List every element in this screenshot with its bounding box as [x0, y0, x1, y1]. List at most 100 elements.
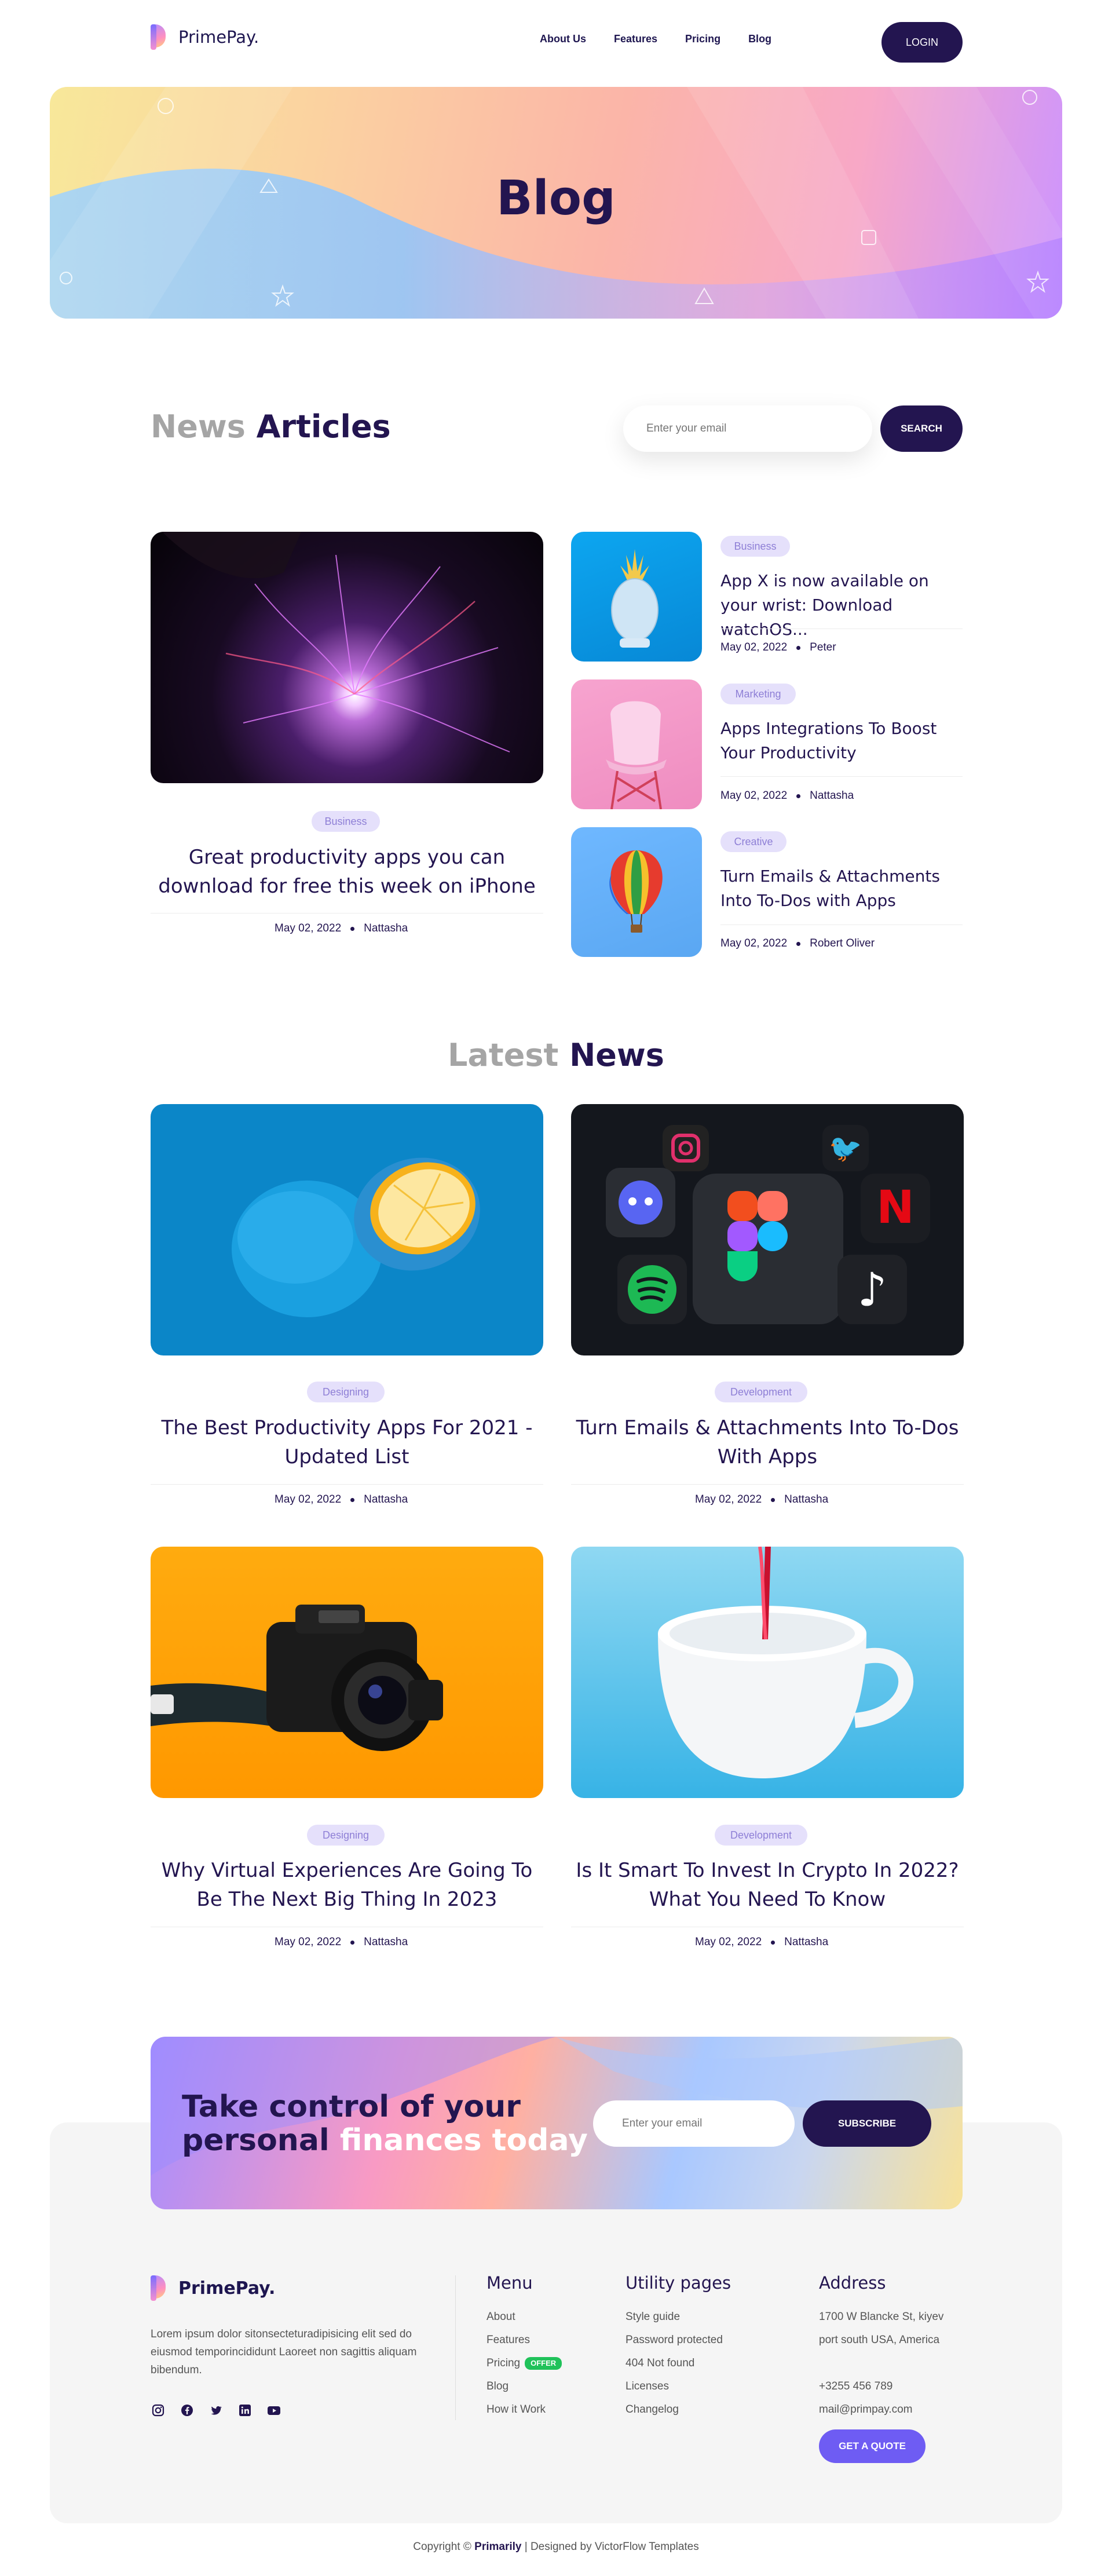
latest-article-badge-3[interactable]: Designing: [307, 1825, 385, 1846]
nav-link-pricing[interactable]: Pricing: [685, 33, 720, 45]
footer-link-style-guide[interactable]: Style guide: [626, 2305, 731, 2329]
featured-article-title[interactable]: Great productivity apps you can download…: [151, 843, 543, 901]
get-a-quote-button[interactable]: GET A QUOTE: [819, 2429, 926, 2463]
svg-text:N: N: [876, 1182, 914, 1234]
latest-article-meta-4: May 02, 2022 Nattasha: [695, 1936, 828, 1949]
footer-link-licenses[interactable]: Licenses: [626, 2375, 731, 2398]
latest-news-heading: Latest News: [0, 1037, 1112, 1073]
twitter-icon[interactable]: [209, 2403, 224, 2418]
divider: [151, 913, 543, 914]
search-button[interactable]: SEARCH: [880, 405, 963, 452]
latest-article-badge-2[interactable]: Development: [715, 1382, 807, 1402]
footer-link-password-protected[interactable]: Password protected: [626, 2329, 731, 2352]
latest-article-image-4[interactable]: [571, 1547, 964, 1798]
logo-icon: [151, 24, 174, 50]
latest-article-title-1[interactable]: The Best Productivity Apps For 2021 - Up…: [151, 1413, 543, 1471]
divider: [720, 776, 963, 777]
footer-link-changelog[interactable]: Changelog: [626, 2398, 731, 2421]
search-form: SEARCH: [623, 405, 963, 452]
linkedin-icon[interactable]: [237, 2403, 253, 2418]
logo-text: PrimePay.: [178, 27, 259, 47]
meta-dot: [771, 1940, 776, 1945]
footer-link-pricing-label: Pricing: [487, 2357, 521, 2369]
nav-link-about-us[interactable]: About Us: [540, 33, 586, 45]
article-date: May 02, 2022: [695, 1493, 762, 1506]
logo[interactable]: PrimePay.: [151, 24, 259, 50]
footer-utility-column: Utility pages Style guide Password prote…: [626, 2273, 731, 2421]
footer-address-title: Address: [819, 2273, 886, 2293]
instagram-icon[interactable]: [151, 2403, 166, 2418]
cta-title-line-1: Take control of your: [182, 2089, 521, 2124]
article-author: Nattasha: [784, 1936, 829, 1948]
page-title: Blog: [496, 171, 616, 226]
newsletter-cta: Take control of your personal finances t…: [151, 2037, 963, 2209]
side-article-image-2[interactable]: [571, 679, 702, 809]
footer-menu-column: Menu About Features Pricing OFFER Blog H…: [487, 2273, 562, 2421]
cta-title-dark-word: personal: [182, 2123, 330, 2158]
article-author: Nattasha: [364, 922, 408, 934]
footer-link-about[interactable]: About: [487, 2305, 562, 2329]
cta-title-line-2: personal finances today: [182, 2124, 588, 2157]
meta-dot: [796, 794, 801, 798]
latest-article-badge-4[interactable]: Development: [715, 1825, 807, 1846]
side-article-badge-3[interactable]: Creative: [720, 831, 787, 852]
side-article-title-2[interactable]: Apps Integrations To Boost Your Producti…: [720, 717, 964, 765]
meta-dot: [796, 941, 801, 946]
featured-article-badge[interactable]: Business: [312, 811, 380, 832]
side-article-meta-3: May 02, 2022 Robert Oliver: [720, 937, 875, 950]
side-article-badge-1[interactable]: Business: [720, 536, 790, 557]
camera-illustration: [151, 1605, 443, 1751]
side-article-title-1[interactable]: App X is now available on your wrist: Do…: [720, 569, 964, 642]
heading-dark-word: News: [569, 1037, 664, 1073]
latest-article-image-3[interactable]: [151, 1547, 543, 1798]
footer-divider: [455, 2275, 456, 2420]
top-navigation: PrimePay. About Us Features Pricing Blog…: [0, 0, 1112, 87]
article-author: Nattasha: [364, 1493, 408, 1506]
side-article-title-3[interactable]: Turn Emails & Attachments Into To-Dos wi…: [720, 864, 964, 913]
nav-link-features[interactable]: Features: [614, 33, 657, 45]
copyright: Copyright © Primarily | Designed by Vict…: [0, 2541, 1112, 2553]
email-address[interactable]: mail@primpay.com: [819, 2398, 943, 2421]
nav-link-blog[interactable]: Blog: [748, 33, 771, 45]
subscribe-email-input[interactable]: [593, 2100, 795, 2147]
side-article-image-1[interactable]: [571, 532, 702, 662]
meta-dot: [350, 1940, 355, 1945]
latest-article-title-4[interactable]: Is It Smart To Invest In Crypto In 2022?…: [571, 1856, 964, 1914]
footer-link-404[interactable]: 404 Not found: [626, 2352, 731, 2375]
side-article-meta-2: May 02, 2022 Nattasha: [720, 790, 854, 802]
divider: [571, 1484, 964, 1485]
article-author: Nattasha: [364, 1936, 408, 1948]
latest-article-image-2[interactable]: 🐦 N ♪: [571, 1104, 964, 1355]
search-input[interactable]: [623, 405, 872, 452]
featured-article-image[interactable]: [151, 532, 543, 783]
subscribe-button[interactable]: SUBSCRIBE: [803, 2100, 931, 2147]
side-article-badge-2[interactable]: Marketing: [720, 684, 796, 704]
facebook-icon[interactable]: [180, 2403, 195, 2418]
article-date: May 02, 2022: [275, 922, 342, 934]
article-date: May 02, 2022: [720, 790, 788, 802]
blue-orange-illustration: [232, 1157, 480, 1317]
copyright-brand[interactable]: Primarily: [474, 2541, 521, 2553]
article-date: May 02, 2022: [275, 1936, 342, 1948]
login-button[interactable]: LOGIN: [881, 22, 963, 63]
heading-light-word: News: [151, 408, 246, 445]
latest-article-image-1[interactable]: [151, 1104, 543, 1355]
latest-article-badge-1[interactable]: Designing: [307, 1382, 385, 1402]
latest-article-title-2[interactable]: Turn Emails & Attachments Into To-Dos Wi…: [571, 1413, 964, 1471]
address-line-2: port south USA, America: [819, 2334, 940, 2346]
hero-banner: Blog: [50, 87, 1062, 319]
footer-link-how-it-work[interactable]: How it Work: [487, 2398, 562, 2421]
article-author: Robert Oliver: [810, 937, 875, 949]
pineapple-illustration: [611, 549, 659, 648]
footer-link-pricing[interactable]: Pricing OFFER: [487, 2352, 562, 2375]
heading-light-word: Latest: [448, 1037, 559, 1073]
footer-logo[interactable]: PrimePay.: [151, 2275, 275, 2301]
footer-link-blog[interactable]: Blog: [487, 2375, 562, 2398]
side-article-image-3[interactable]: [571, 827, 702, 957]
phone-number[interactable]: +3255 456 789: [819, 2375, 943, 2398]
article-date: May 02, 2022: [720, 641, 788, 653]
latest-article-title-3[interactable]: Why Virtual Experiences Are Going To Be …: [151, 1856, 543, 1914]
footer-link-features[interactable]: Features: [487, 2329, 562, 2352]
youtube-icon[interactable]: [266, 2403, 281, 2418]
heading-dark-word: Articles: [256, 408, 391, 445]
